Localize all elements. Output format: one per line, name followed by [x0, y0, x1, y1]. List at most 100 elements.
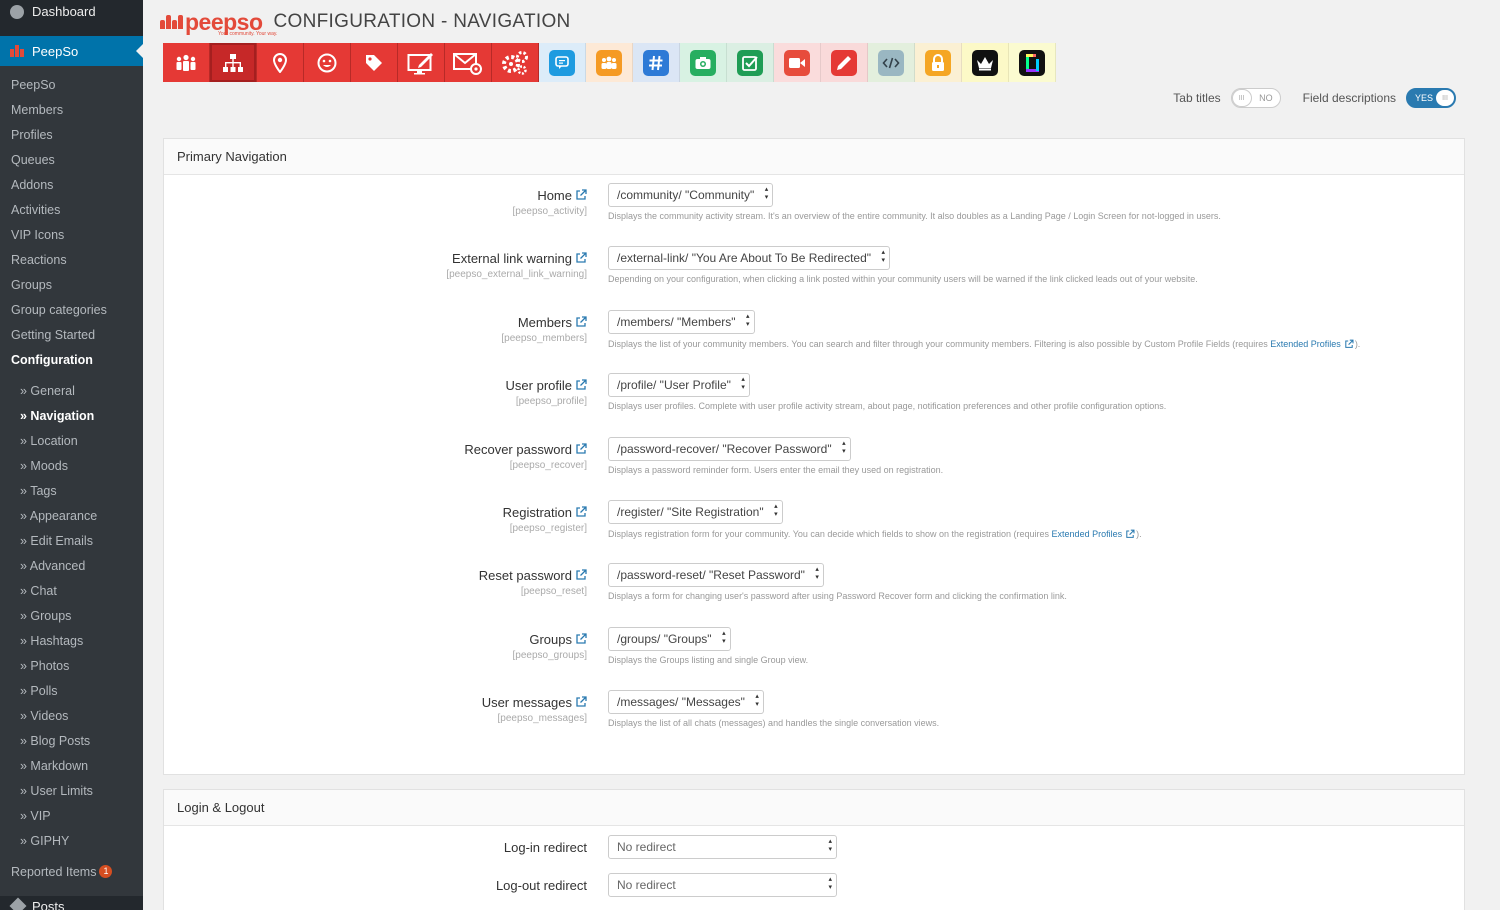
tab-camera[interactable] [680, 43, 727, 82]
page-select[interactable]: /community/ "Community" [608, 183, 774, 207]
page-select[interactable]: /profile/ "User Profile" [608, 373, 750, 398]
sidebar-item-group-categories[interactable]: Group categories [0, 297, 143, 322]
shortcode: [peepso_register] [509, 523, 587, 534]
sidebar-item-dashboard[interactable]: Dashboard [0, 0, 143, 23]
sidebar-config-user-limits[interactable]: » User Limits [0, 778, 143, 803]
external-link-icon[interactable] [575, 696, 587, 708]
extended-profiles-link[interactable]: Extended Profiles [1270, 339, 1341, 349]
field-description: Displays a password reminder form. Users… [608, 465, 943, 475]
setting-title-text: User messages [481, 695, 572, 711]
sidebar-config-markdown[interactable]: » Markdown [0, 753, 143, 778]
external-link-icon[interactable] [575, 633, 587, 645]
tab-crown[interactable] [962, 43, 1009, 82]
primary-navigation-panel: Primary Navigation Home [peepso_activity]… [163, 138, 1465, 775]
tab-location-pin[interactable] [257, 43, 304, 82]
external-link-icon[interactable] [575, 379, 587, 391]
tab-titles-toggle[interactable]: III NO [1230, 88, 1281, 108]
setting-title: Groups [187, 632, 587, 647]
tab-monitor-edit[interactable] [398, 43, 445, 82]
sidebar-config-giphy[interactable]: » GIPHY [0, 828, 143, 853]
sidebar-config-photos[interactable]: » Photos [0, 653, 143, 678]
tab-gears[interactable] [492, 43, 539, 82]
redirect-select[interactable]: No redirect [608, 835, 837, 859]
sidebar-item-label: Reported Items [11, 864, 97, 879]
tab-giphy[interactable] [1009, 43, 1056, 82]
sidebar-config-edit-emails[interactable]: » Edit Emails [0, 528, 143, 553]
external-link-icon[interactable] [575, 316, 587, 328]
sidebar-config-location[interactable]: » Location [0, 428, 143, 453]
tab-tag[interactable] [351, 43, 398, 82]
sidebar-item-label: » Videos [20, 708, 69, 723]
tab-people[interactable] [163, 43, 210, 82]
tab-video-camera[interactable] [774, 43, 821, 82]
page-select[interactable]: /members/ "Members" [608, 309, 755, 334]
sidebar-item-addons[interactable]: Addons [0, 172, 143, 197]
tab-chat-bubble[interactable] [539, 43, 586, 82]
sidebar-config-appearance[interactable]: » Appearance [0, 503, 143, 528]
nav-setting-row: Members [peepso_members] /members/ "Member… [164, 309, 1464, 371]
sidebar-item-configuration[interactable]: Configuration [0, 347, 143, 372]
sidebar-item-profiles[interactable]: Profiles [0, 122, 143, 147]
sidebar-item-groups[interactable]: Groups [0, 272, 143, 297]
tab-markdown-code[interactable] [868, 43, 915, 82]
sidebar-item-peepso[interactable]: PeepSo [0, 36, 143, 66]
redirect-setting-row: Log-out redirect No redirect [164, 873, 1464, 899]
sidebar-item-label: Dashboard [32, 4, 96, 19]
sidebar-item-peepso[interactable]: PeepSo [0, 72, 143, 97]
tab-sitemap[interactable] [210, 43, 257, 82]
extended-profiles-link[interactable]: Extended Profiles [1052, 529, 1123, 539]
sidebar-config-polls[interactable]: » Polls [0, 678, 143, 703]
page-select[interactable]: /password-recover/ "Recover Password" [608, 436, 851, 461]
tab-lock[interactable] [915, 43, 962, 82]
sidebar-item-label: » Edit Emails [20, 533, 93, 548]
external-link-icon[interactable] [575, 506, 587, 518]
sidebar-config-tags[interactable]: » Tags [0, 478, 143, 503]
page-select[interactable]: /messages/ "Messages" [608, 690, 764, 715]
sidebar-item-reported-items[interactable]: Reported Items 1 [0, 859, 143, 884]
tab-hashtag[interactable] [633, 43, 680, 82]
page-select[interactable]: /groups/ "Groups" [608, 626, 731, 651]
page-select[interactable]: /password-reset/ "Reset Password" [608, 563, 824, 588]
sidebar-config-chat[interactable]: » Chat [0, 578, 143, 603]
tab-groups[interactable] [586, 43, 633, 82]
sidebar-config-moods[interactable]: » Moods [0, 453, 143, 478]
external-link-icon[interactable] [575, 189, 587, 201]
sidebar-config-vip[interactable]: » VIP [0, 803, 143, 828]
sidebar-item-label: » Groups [20, 608, 72, 623]
sidebar-item-getting-started[interactable]: Getting Started [0, 322, 143, 347]
field-description: Displays the list of your community memb… [608, 338, 1360, 352]
sidebar-config-blog-posts[interactable]: » Blog Posts [0, 728, 143, 753]
video-camera-icon [784, 49, 810, 76]
tab-poll-check[interactable] [727, 43, 774, 82]
setting-label: Recover password [peepso_recover] [187, 442, 587, 471]
tab-envelope-gear[interactable] [445, 43, 492, 82]
setting-title: Home [187, 188, 587, 203]
sidebar-config-advanced[interactable]: » Advanced [0, 553, 143, 578]
sidebar-item-vip-icons[interactable]: VIP Icons [0, 222, 143, 247]
sidebar-item-posts[interactable]: Posts [0, 896, 143, 910]
field-descriptions-label: Field descriptions [1302, 91, 1396, 105]
setting-field: /external-link/ "You Are About To Be Red… [608, 246, 1198, 284]
sidebar-item-activities[interactable]: Activities [0, 197, 143, 222]
external-link-icon[interactable] [575, 252, 587, 264]
external-link-icon[interactable] [575, 569, 587, 581]
sidebar-config-navigation[interactable]: » Navigation [0, 403, 143, 428]
page-select[interactable]: /external-link/ "You Are About To Be Red… [608, 246, 891, 271]
config-tab-toolbar [163, 43, 1056, 82]
sidebar-config-groups[interactable]: » Groups [0, 603, 143, 628]
sidebar-item-label: Activities [11, 202, 61, 217]
tab-smiley[interactable] [304, 43, 351, 82]
sidebar-item-queues[interactable]: Queues [0, 147, 143, 172]
sidebar-config-hashtags[interactable]: » Hashtags [0, 628, 143, 653]
sidebar-config-videos[interactable]: » Videos [0, 703, 143, 728]
redirect-select[interactable]: No redirect [608, 873, 837, 897]
page-select[interactable]: /register/ "Site Registration" [608, 500, 783, 524]
field-descriptions-toggle[interactable]: YES III [1406, 88, 1456, 108]
sidebar-item-reactions[interactable]: Reactions [0, 247, 143, 272]
people-icon [175, 54, 197, 72]
tab-pencil[interactable] [821, 43, 868, 82]
sidebar-config-general[interactable]: » General [0, 378, 143, 403]
peepso-logo: peepso Your community. Your way. [160, 9, 277, 37]
external-link-icon[interactable] [575, 442, 587, 455]
sidebar-item-members[interactable]: Members [0, 97, 143, 122]
